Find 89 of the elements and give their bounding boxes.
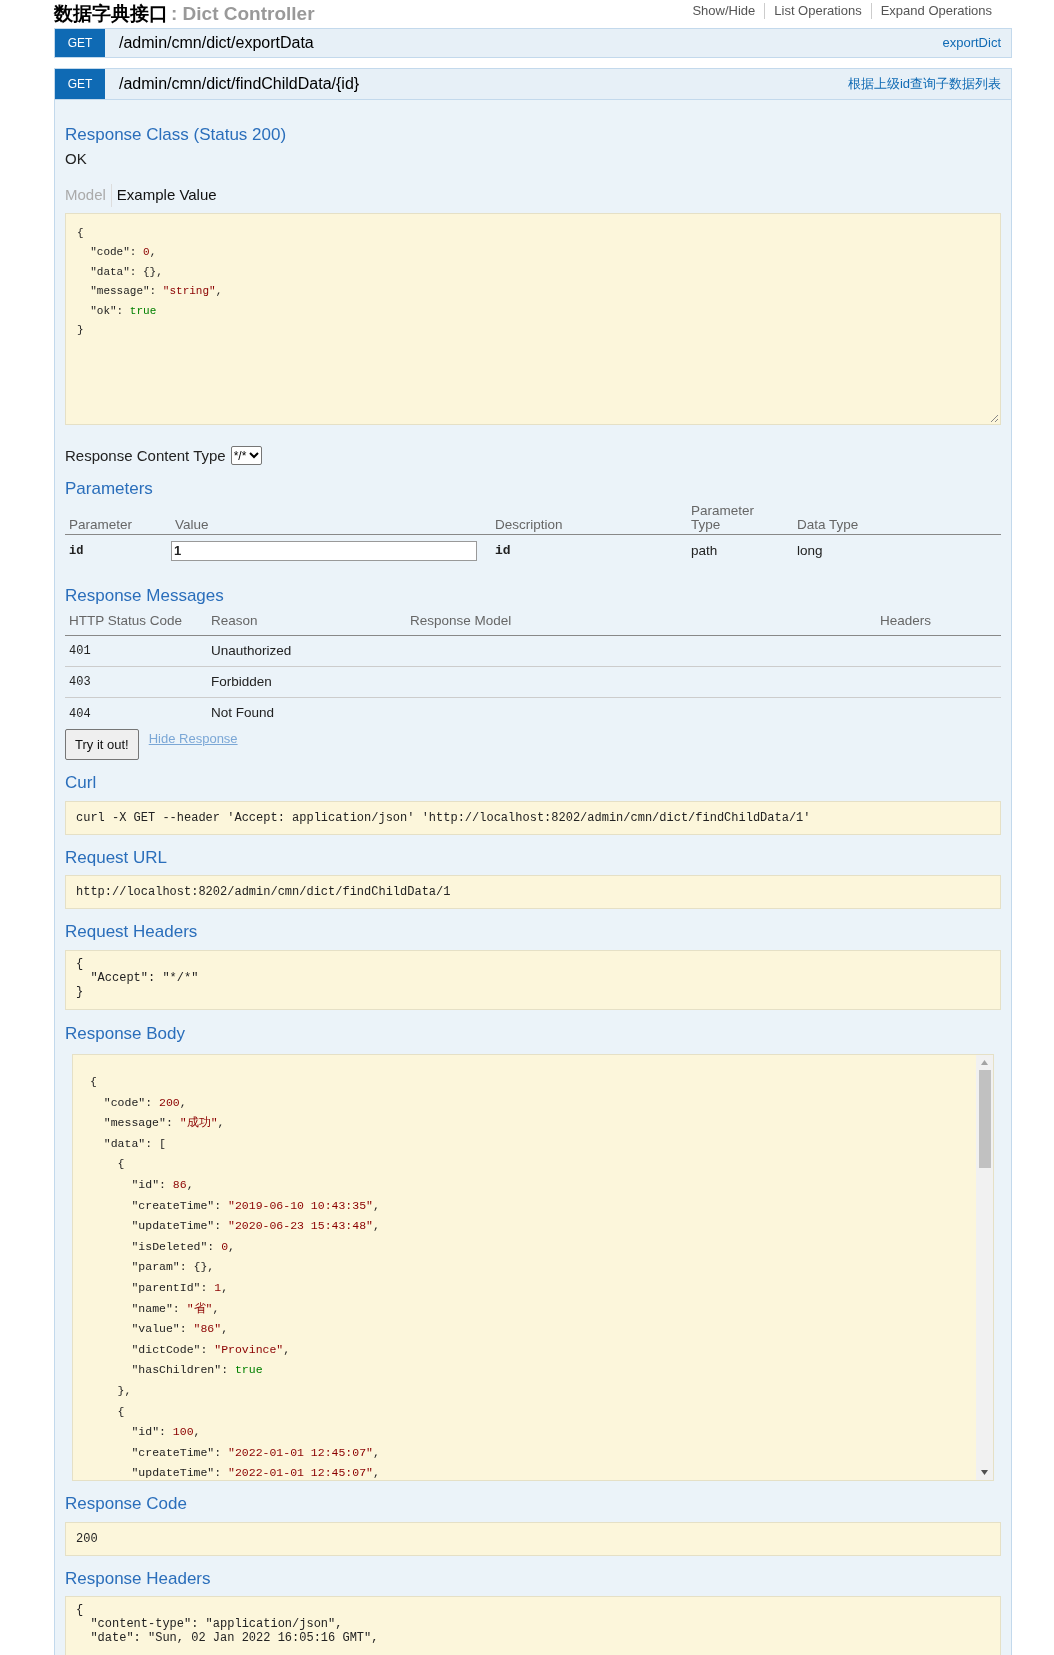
code-line: }: [76, 984, 84, 999]
column-header: Parameter Type: [690, 503, 756, 532]
code-line: "param": {},: [130, 1259, 215, 1276]
code-line: "ok": true: [89, 304, 157, 318]
code-line: "dictCode": "Province",: [130, 1341, 291, 1358]
column-header: HTTP Status Code: [68, 611, 184, 630]
table-cell-text: long: [796, 541, 824, 560]
code-line: "Accept": "*/*": [89, 970, 199, 985]
code-line: "data": [: [102, 1135, 166, 1152]
column-header: Reason: [210, 611, 259, 630]
operation-summary: 根据上级id查询子数据列表: [847, 75, 1001, 94]
table-cell-text: 404: [68, 705, 92, 723]
operation-summary: exportDict: [942, 34, 1001, 53]
code-line: {: [77, 226, 84, 240]
code-line: "id": 100,: [130, 1424, 201, 1441]
table-cell-text: 403: [68, 674, 92, 691]
section-heading: Request Headers: [65, 921, 198, 943]
code-line: },: [116, 1382, 132, 1399]
code-line: "id": 86,: [130, 1176, 194, 1193]
content-type-select[interactable]: */*: [230, 446, 263, 466]
method-badge: GET: [55, 69, 105, 99]
scroll-down-arrow-icon[interactable]: [981, 1470, 988, 1475]
resize-handle-icon[interactable]: [990, 413, 999, 423]
controller-title: 数据字典接口: [54, 2, 168, 26]
code-line: "hasChildren": true: [130, 1362, 263, 1379]
operation-header[interactable]: GET /admin/cmn/dict/findChildData/{id} 根据上级id查询子数据列表: [54, 68, 1012, 100]
section-heading: Response Messages: [65, 585, 224, 608]
controller-subtitle: : Dict Controller: [171, 2, 315, 26]
code-line: {: [90, 1074, 97, 1090]
code-line: "code": 200,: [102, 1094, 187, 1111]
operation-path: /admin/cmn/dict/exportData: [119, 33, 314, 53]
code-line: {: [116, 1403, 125, 1420]
table-cell-text: path: [690, 541, 719, 560]
method-badge: GET: [55, 29, 105, 57]
table-cell-text: Unauthorized: [210, 641, 293, 660]
section-heading: Parameters: [65, 478, 153, 500]
code-line: "message": "string",: [89, 285, 223, 298]
code-line: "parentId": 1,: [130, 1279, 229, 1296]
content-type-label: Response Content Type: [65, 445, 226, 466]
scrollbar-thumb[interactable]: [978, 1070, 991, 1168]
section-heading: Response Headers: [65, 1567, 211, 1590]
example-value-box[interactable]: { "code": 0, "data": {}, "message": "string", "ok": true }: [65, 212, 1001, 425]
code-line: {: [116, 1156, 125, 1173]
code-line: "data": {},: [89, 265, 163, 279]
model-tab[interactable]: Example Value: [110, 184, 217, 207]
section-heading: Curl: [65, 772, 97, 794]
code-line: "createTime": "2022-01-01 12:45:07",: [130, 1444, 380, 1461]
code-line: curl -X GET --header 'Accept: application/json' 'http://localhost:8202/admin/cmn/dict/findChildData/1': [76, 809, 811, 826]
code-line: "createTime": "2019-06-10 10:43:35",: [130, 1197, 380, 1214]
section-heading: Request URL: [65, 846, 168, 869]
try-it-out-button[interactable]: Try it out!: [65, 729, 139, 760]
section-heading: Response Class (Status 200): [65, 124, 287, 146]
chevron-down-icon: [249, 452, 260, 460]
operation-header[interactable]: GET /admin/cmn/dict/exportData exportDict: [54, 28, 1012, 58]
code-line: http://localhost:8202/admin/cmn/dict/findChildData/1: [76, 884, 451, 900]
code-line: 200: [76, 1530, 98, 1547]
column-header: Headers: [879, 611, 933, 630]
column-header: Parameter: [68, 517, 134, 532]
code-line: "message": "成功",: [102, 1115, 225, 1132]
code-line: "content-type": "application/json",: [89, 1617, 343, 1631]
table-cell-text: Forbidden: [210, 672, 273, 691]
header-link[interactable]: Expand Operations: [870, 3, 1001, 19]
code-line: "value": "86",: [130, 1321, 229, 1338]
section-heading: Response Code: [65, 1493, 187, 1515]
header-link[interactable]: Show/Hide: [683, 3, 765, 19]
code-line: "updateTime": "2022-01-01 12:45:07",: [130, 1465, 380, 1480]
table-cell-text: Not Found: [210, 704, 276, 723]
code-line: {: [76, 1603, 84, 1617]
code-line: "isDeleted": 0,: [130, 1238, 235, 1255]
code-line: "name": "省",: [130, 1300, 220, 1317]
code-line: }: [77, 324, 84, 337]
column-header: Response Model: [409, 611, 513, 630]
scrollbar[interactable]: [976, 1055, 993, 1480]
scroll-up-arrow-icon[interactable]: [981, 1060, 988, 1065]
column-header: Data Type: [796, 517, 860, 532]
column-header: Value: [174, 517, 210, 532]
status-text: OK: [65, 148, 87, 169]
code-line: "code": 0,: [89, 246, 157, 259]
header-link[interactable]: List Operations: [764, 3, 871, 19]
code-line: {: [76, 956, 84, 971]
code-line: "date": "Sun, 02 Jan 2022 16:05:16 GMT",: [89, 1631, 379, 1645]
table-cell-text: id: [68, 542, 85, 560]
section-heading: Response Body: [65, 1022, 186, 1045]
table-cell-text: 401: [68, 643, 92, 660]
operation-path: /admin/cmn/dict/findChildData/{id}: [119, 74, 360, 94]
value-input[interactable]: 1: [171, 540, 477, 561]
code-line: "updateTime": "2020-06-23 15:43:48",: [130, 1218, 380, 1235]
table-cell-text: id: [494, 542, 512, 561]
column-header: Description: [494, 517, 564, 532]
